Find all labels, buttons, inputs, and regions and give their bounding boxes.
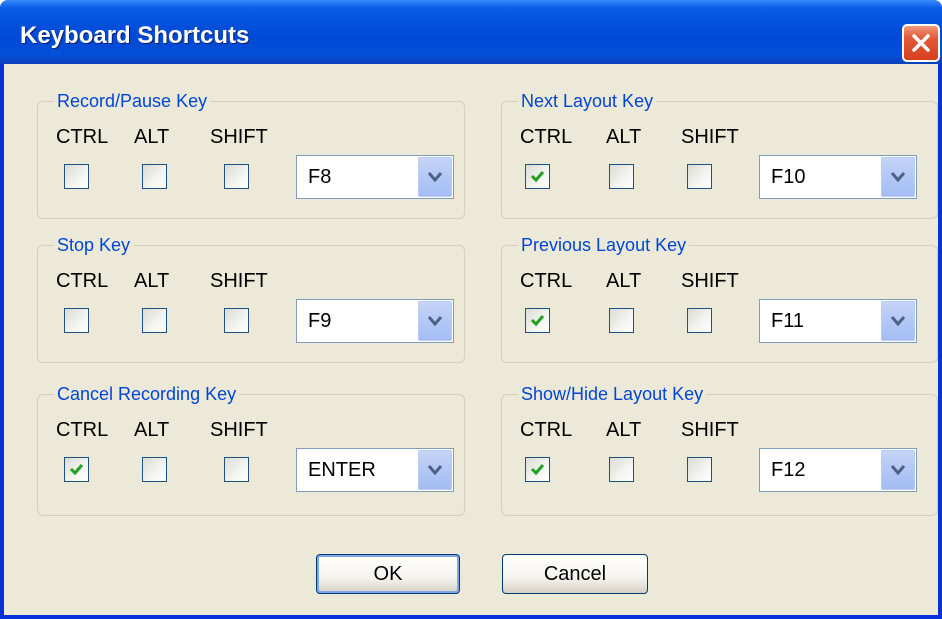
alt-checkbox[interactable] — [609, 164, 634, 189]
previous-layout-key-group: Previous Layout Key CTRL ALT SHIFT F11 — [501, 234, 938, 363]
record-pause-key-group: Record/Pause Key CTRL ALT SHIFT F8 — [37, 90, 465, 219]
shift-label: SHIFT — [210, 419, 268, 441]
shift-label: SHIFT — [210, 270, 268, 292]
ctrl-checkbox[interactable] — [64, 457, 89, 482]
shift-checkbox[interactable] — [224, 164, 249, 189]
alt-label: ALT — [606, 419, 642, 441]
ctrl-label: CTRL — [520, 270, 573, 292]
ctrl-label: CTRL — [56, 270, 109, 292]
chevron-down-icon — [890, 465, 906, 476]
checkmark-icon — [530, 315, 545, 327]
ctrl-label: CTRL — [56, 419, 109, 441]
dropdown-arrow-button[interactable] — [881, 450, 915, 490]
next-layout-key-label: Next Layout Key — [518, 90, 657, 112]
key-dropdown-value: ENTER — [308, 459, 376, 481]
key-dropdown-value: F8 — [308, 166, 332, 188]
ctrl-label: CTRL — [56, 126, 109, 148]
key-dropdown[interactable]: F10 — [759, 155, 917, 199]
shift-checkbox[interactable] — [687, 457, 712, 482]
alt-label: ALT — [134, 270, 170, 292]
alt-checkbox[interactable] — [142, 164, 167, 189]
cancel-button[interactable]: Cancel — [502, 554, 648, 594]
alt-label: ALT — [606, 126, 642, 148]
shift-checkbox[interactable] — [687, 164, 712, 189]
dialog-title: Keyboard Shortcuts — [20, 22, 250, 49]
ctrl-checkbox[interactable] — [64, 164, 89, 189]
shift-checkbox[interactable] — [224, 457, 249, 482]
shift-checkbox[interactable] — [687, 308, 712, 333]
ctrl-checkbox[interactable] — [525, 164, 550, 189]
ctrl-label: CTRL — [520, 126, 573, 148]
alt-label: ALT — [134, 126, 170, 148]
shift-label: SHIFT — [210, 126, 268, 148]
alt-label: ALT — [606, 270, 642, 292]
ok-button[interactable]: OK — [316, 554, 460, 594]
shift-label: SHIFT — [681, 270, 739, 292]
close-icon — [912, 34, 930, 52]
chevron-down-icon — [427, 172, 443, 183]
alt-checkbox[interactable] — [609, 457, 634, 482]
cancel-recording-key-group: Cancel Recording Key CTRL ALT SHIFT ENTER — [37, 383, 465, 516]
alt-checkbox[interactable] — [609, 308, 634, 333]
record-pause-key-label: Record/Pause Key — [54, 90, 211, 112]
next-layout-key-group: Next Layout Key CTRL ALT SHIFT F10 — [501, 90, 938, 219]
key-dropdown-value: F10 — [771, 166, 806, 188]
key-dropdown[interactable]: F9 — [296, 299, 454, 343]
title-bar[interactable]: Keyboard Shortcuts — [0, 0, 942, 64]
dropdown-arrow-button[interactable] — [881, 301, 915, 341]
dialog-client-area: Record/Pause Key CTRL ALT SHIFT F8 Stop Key CT… — [4, 64, 938, 615]
key-dropdown-value: F9 — [308, 310, 332, 332]
keyboard-shortcuts-dialog: Keyboard Shortcuts Record/Pause Key CTRL A… — [0, 0, 942, 619]
key-dropdown[interactable]: F12 — [759, 448, 917, 492]
key-dropdown[interactable]: F8 — [296, 155, 454, 199]
key-dropdown[interactable]: ENTER — [296, 448, 454, 492]
dropdown-arrow-button[interactable] — [418, 450, 452, 490]
stop-key-label: Stop Key — [54, 234, 134, 256]
chevron-down-icon — [890, 172, 906, 183]
key-dropdown-value: F11 — [771, 310, 804, 332]
show-hide-layout-key-label: Show/Hide Layout Key — [518, 383, 707, 405]
key-dropdown-value: F12 — [771, 459, 806, 481]
shift-label: SHIFT — [681, 126, 739, 148]
dropdown-arrow-button[interactable] — [418, 157, 452, 197]
close-button[interactable] — [902, 24, 940, 62]
stop-key-group: Stop Key CTRL ALT SHIFT F9 — [37, 234, 465, 363]
alt-checkbox[interactable] — [142, 308, 167, 333]
chevron-down-icon — [427, 465, 443, 476]
chevron-down-icon — [890, 316, 906, 327]
shift-label: SHIFT — [681, 419, 739, 441]
ctrl-checkbox[interactable] — [525, 308, 550, 333]
checkmark-icon — [530, 171, 545, 183]
ctrl-label: CTRL — [520, 419, 573, 441]
dropdown-arrow-button[interactable] — [418, 301, 452, 341]
alt-label: ALT — [134, 419, 170, 441]
shift-checkbox[interactable] — [224, 308, 249, 333]
show-hide-layout-key-group: Show/Hide Layout Key CTRL ALT SHIFT F12 — [501, 383, 938, 516]
ctrl-checkbox[interactable] — [525, 457, 550, 482]
checkmark-icon — [69, 464, 84, 476]
key-dropdown[interactable]: F11 — [759, 299, 917, 343]
ctrl-checkbox[interactable] — [64, 308, 89, 333]
alt-checkbox[interactable] — [142, 457, 167, 482]
cancel-recording-key-label: Cancel Recording Key — [54, 383, 240, 405]
chevron-down-icon — [427, 316, 443, 327]
checkmark-icon — [530, 464, 545, 476]
previous-layout-key-label: Previous Layout Key — [518, 234, 690, 256]
dropdown-arrow-button[interactable] — [881, 157, 915, 197]
